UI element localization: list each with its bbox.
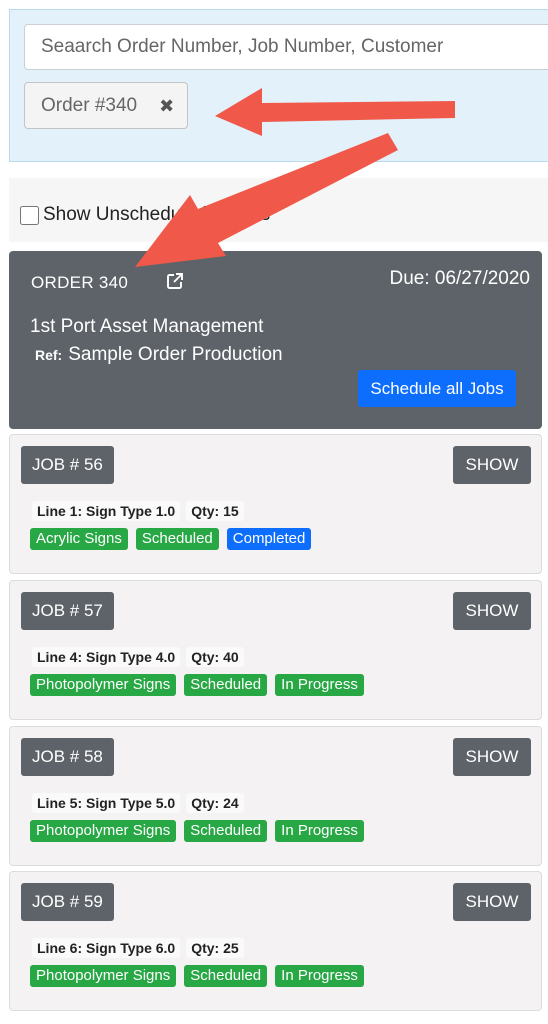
job-qty: Qty: 25 xyxy=(186,938,244,958)
order-due-date: Due: 06/27/2020 xyxy=(389,268,530,289)
job-line-info: Line 1: Sign Type 1.0 Qty: 15 xyxy=(32,501,244,521)
job-card: JOB # 57 SHOW Line 4: Sign Type 4.0 Qty:… xyxy=(9,580,542,720)
search-input[interactable] xyxy=(24,24,548,70)
job-status-tag: In Progress xyxy=(275,820,364,842)
order-ref: Ref: Sample Order Production xyxy=(35,344,283,366)
job-line: Line 4: Sign Type 4.0 xyxy=(32,647,181,667)
job-card: JOB # 56 SHOW Line 1: Sign Type 1.0 Qty:… xyxy=(9,434,542,574)
job-type-tag: Photopolymer Signs xyxy=(30,965,177,987)
job-type-tag: Photopolymer Signs xyxy=(30,820,177,842)
job-schedule-tag: Scheduled xyxy=(184,820,268,842)
job-title: JOB # 57 xyxy=(21,592,114,630)
job-schedule-tag: Scheduled xyxy=(184,674,268,696)
job-line: Line 1: Sign Type 1.0 xyxy=(32,501,181,521)
job-type-tag: Acrylic Signs xyxy=(30,528,128,550)
job-title: JOB # 58 xyxy=(21,738,114,776)
show-job-button[interactable]: SHOW xyxy=(453,883,531,921)
job-card: JOB # 59 SHOW Line 6: Sign Type 6.0 Qty:… xyxy=(9,871,542,1011)
job-status-tag: In Progress xyxy=(275,674,364,696)
job-status-tag: Completed xyxy=(226,528,312,550)
job-schedule-tag: Scheduled xyxy=(184,965,268,987)
external-link-icon[interactable] xyxy=(165,271,185,291)
ref-value: Sample Order Production xyxy=(68,344,283,365)
job-line-info: Line 4: Sign Type 4.0 Qty: 40 xyxy=(32,647,244,667)
job-tags: Photopolymer Signs Scheduled In Progress xyxy=(30,820,364,842)
job-line-info: Line 5: Sign Type 5.0 Qty: 24 xyxy=(32,793,244,813)
job-tags: Photopolymer Signs Scheduled In Progress xyxy=(30,965,364,987)
job-card: JOB # 58 SHOW Line 5: Sign Type 5.0 Qty:… xyxy=(9,726,542,866)
order-card: ORDER 340 Due: 06/27/2020 1st Port Asset… xyxy=(9,251,542,429)
job-status-tag: In Progress xyxy=(275,965,364,987)
job-line: Line 5: Sign Type 5.0 xyxy=(32,793,181,813)
close-icon[interactable]: ✖ xyxy=(159,97,174,115)
job-line-info: Line 6: Sign Type 6.0 Qty: 25 xyxy=(32,938,244,958)
show-unscheduled-label: Show Unscheduled Orders xyxy=(43,204,271,225)
ref-label: Ref: xyxy=(35,347,63,363)
filter-chip-label: Order #340 xyxy=(41,94,138,116)
show-job-button[interactable]: SHOW xyxy=(453,738,531,776)
job-type-tag: Photopolymer Signs xyxy=(30,674,177,696)
order-title: ORDER 340 xyxy=(31,273,129,292)
job-qty: Qty: 40 xyxy=(186,647,244,667)
job-schedule-tag: Scheduled xyxy=(135,528,219,550)
order-customer: 1st Port Asset Management xyxy=(30,316,264,337)
job-tags: Photopolymer Signs Scheduled In Progress xyxy=(30,674,364,696)
order-filter-chip[interactable]: Order #340 ✖ xyxy=(24,82,188,129)
show-job-button[interactable]: SHOW xyxy=(453,592,531,630)
show-job-button[interactable]: SHOW xyxy=(453,446,531,484)
job-qty: Qty: 15 xyxy=(186,501,244,521)
job-qty: Qty: 24 xyxy=(186,793,244,813)
job-line: Line 6: Sign Type 6.0 xyxy=(32,938,181,958)
job-title: JOB # 59 xyxy=(21,883,114,921)
job-title: JOB # 56 xyxy=(21,446,114,484)
schedule-all-jobs-button[interactable]: Schedule all Jobs xyxy=(358,370,516,407)
job-tags: Acrylic Signs Scheduled Completed xyxy=(30,528,312,550)
show-unscheduled-toggle[interactable]: Show Unscheduled Orders xyxy=(20,204,270,226)
show-unscheduled-checkbox[interactable] xyxy=(20,205,39,225)
